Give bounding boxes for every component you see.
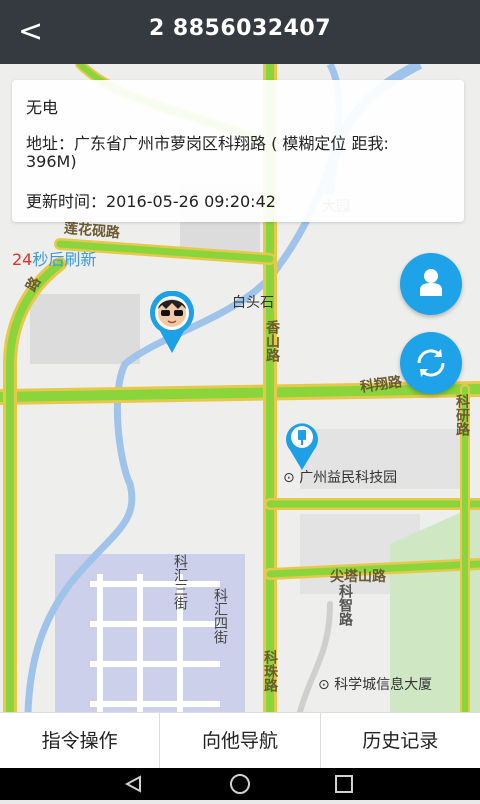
refresh-countdown: 24秒后刷新 <box>12 246 96 270</box>
bottom-action-bar: 指令操作 向他导航 历史记录 <box>0 712 480 769</box>
poi-yimin-name: 广州益民科技园 <box>299 470 398 486</box>
recent-square-icon[interactable] <box>335 775 353 793</box>
poi-label-yimin: ⊙ 广州益民科技园 <box>283 467 397 487</box>
power-status: 无电 <box>26 98 59 117</box>
street-label-kehui4: 科汇四街 <box>212 588 228 644</box>
person-icon <box>420 269 442 296</box>
refresh-suffix: 秒后刷新 <box>32 250 97 269</box>
back-triangle-icon[interactable] <box>124 775 141 793</box>
history-button[interactable]: 历史记录 <box>321 713 480 769</box>
home-circle-icon[interactable] <box>230 774 250 794</box>
refresh-icon <box>417 349 445 377</box>
road-label-kezhi: 科智路 <box>337 584 353 626</box>
device-location-marker[interactable] <box>148 291 196 353</box>
poi-dot-icon: ⊙ <box>318 677 330 693</box>
poi-label-kxc: ⊙ 科学城信息大厦 <box>318 674 432 694</box>
map-label-baitoushi: 白头石 <box>232 295 274 311</box>
top-bar: < 2 8856032407 <box>0 0 480 64</box>
refresh-seconds: 24 <box>12 250 33 269</box>
address-line1: 地址：广东省广州市萝岗区科翔路 ( 模糊定位 距我: <box>26 134 389 153</box>
road-label-kenyan: 科研路 <box>454 394 470 436</box>
device-info-card: 无电 地址：广东省广州市萝岗区科翔路 ( 模糊定位 距我: 396M) 更新时间… <box>12 80 464 222</box>
refresh-button[interactable] <box>400 332 462 394</box>
street-label-kehui3: 科汇三街 <box>172 554 188 610</box>
navigate-button[interactable]: 向他导航 <box>160 713 321 769</box>
poi-dot-icon: ⊙ <box>283 470 295 486</box>
road-label-kezhu: 科珠路 <box>262 650 278 692</box>
my-location-marker[interactable] <box>284 420 320 470</box>
address-line2: 396M) <box>26 152 77 171</box>
road-label-jiantashan: 尖塔山路 <box>330 569 386 585</box>
poi-kxc-name: 科学城信息大厦 <box>334 677 433 693</box>
device-title: 2 8856032407 <box>148 16 332 41</box>
road-label-xiangshan: 香山路 <box>264 320 280 362</box>
building-block <box>30 294 140 364</box>
system-nav-bar <box>0 768 480 800</box>
person-button[interactable] <box>400 253 462 315</box>
commands-button[interactable]: 指令操作 <box>0 713 161 769</box>
update-time: 更新时间：2016-05-26 09:20:42 <box>26 192 276 211</box>
